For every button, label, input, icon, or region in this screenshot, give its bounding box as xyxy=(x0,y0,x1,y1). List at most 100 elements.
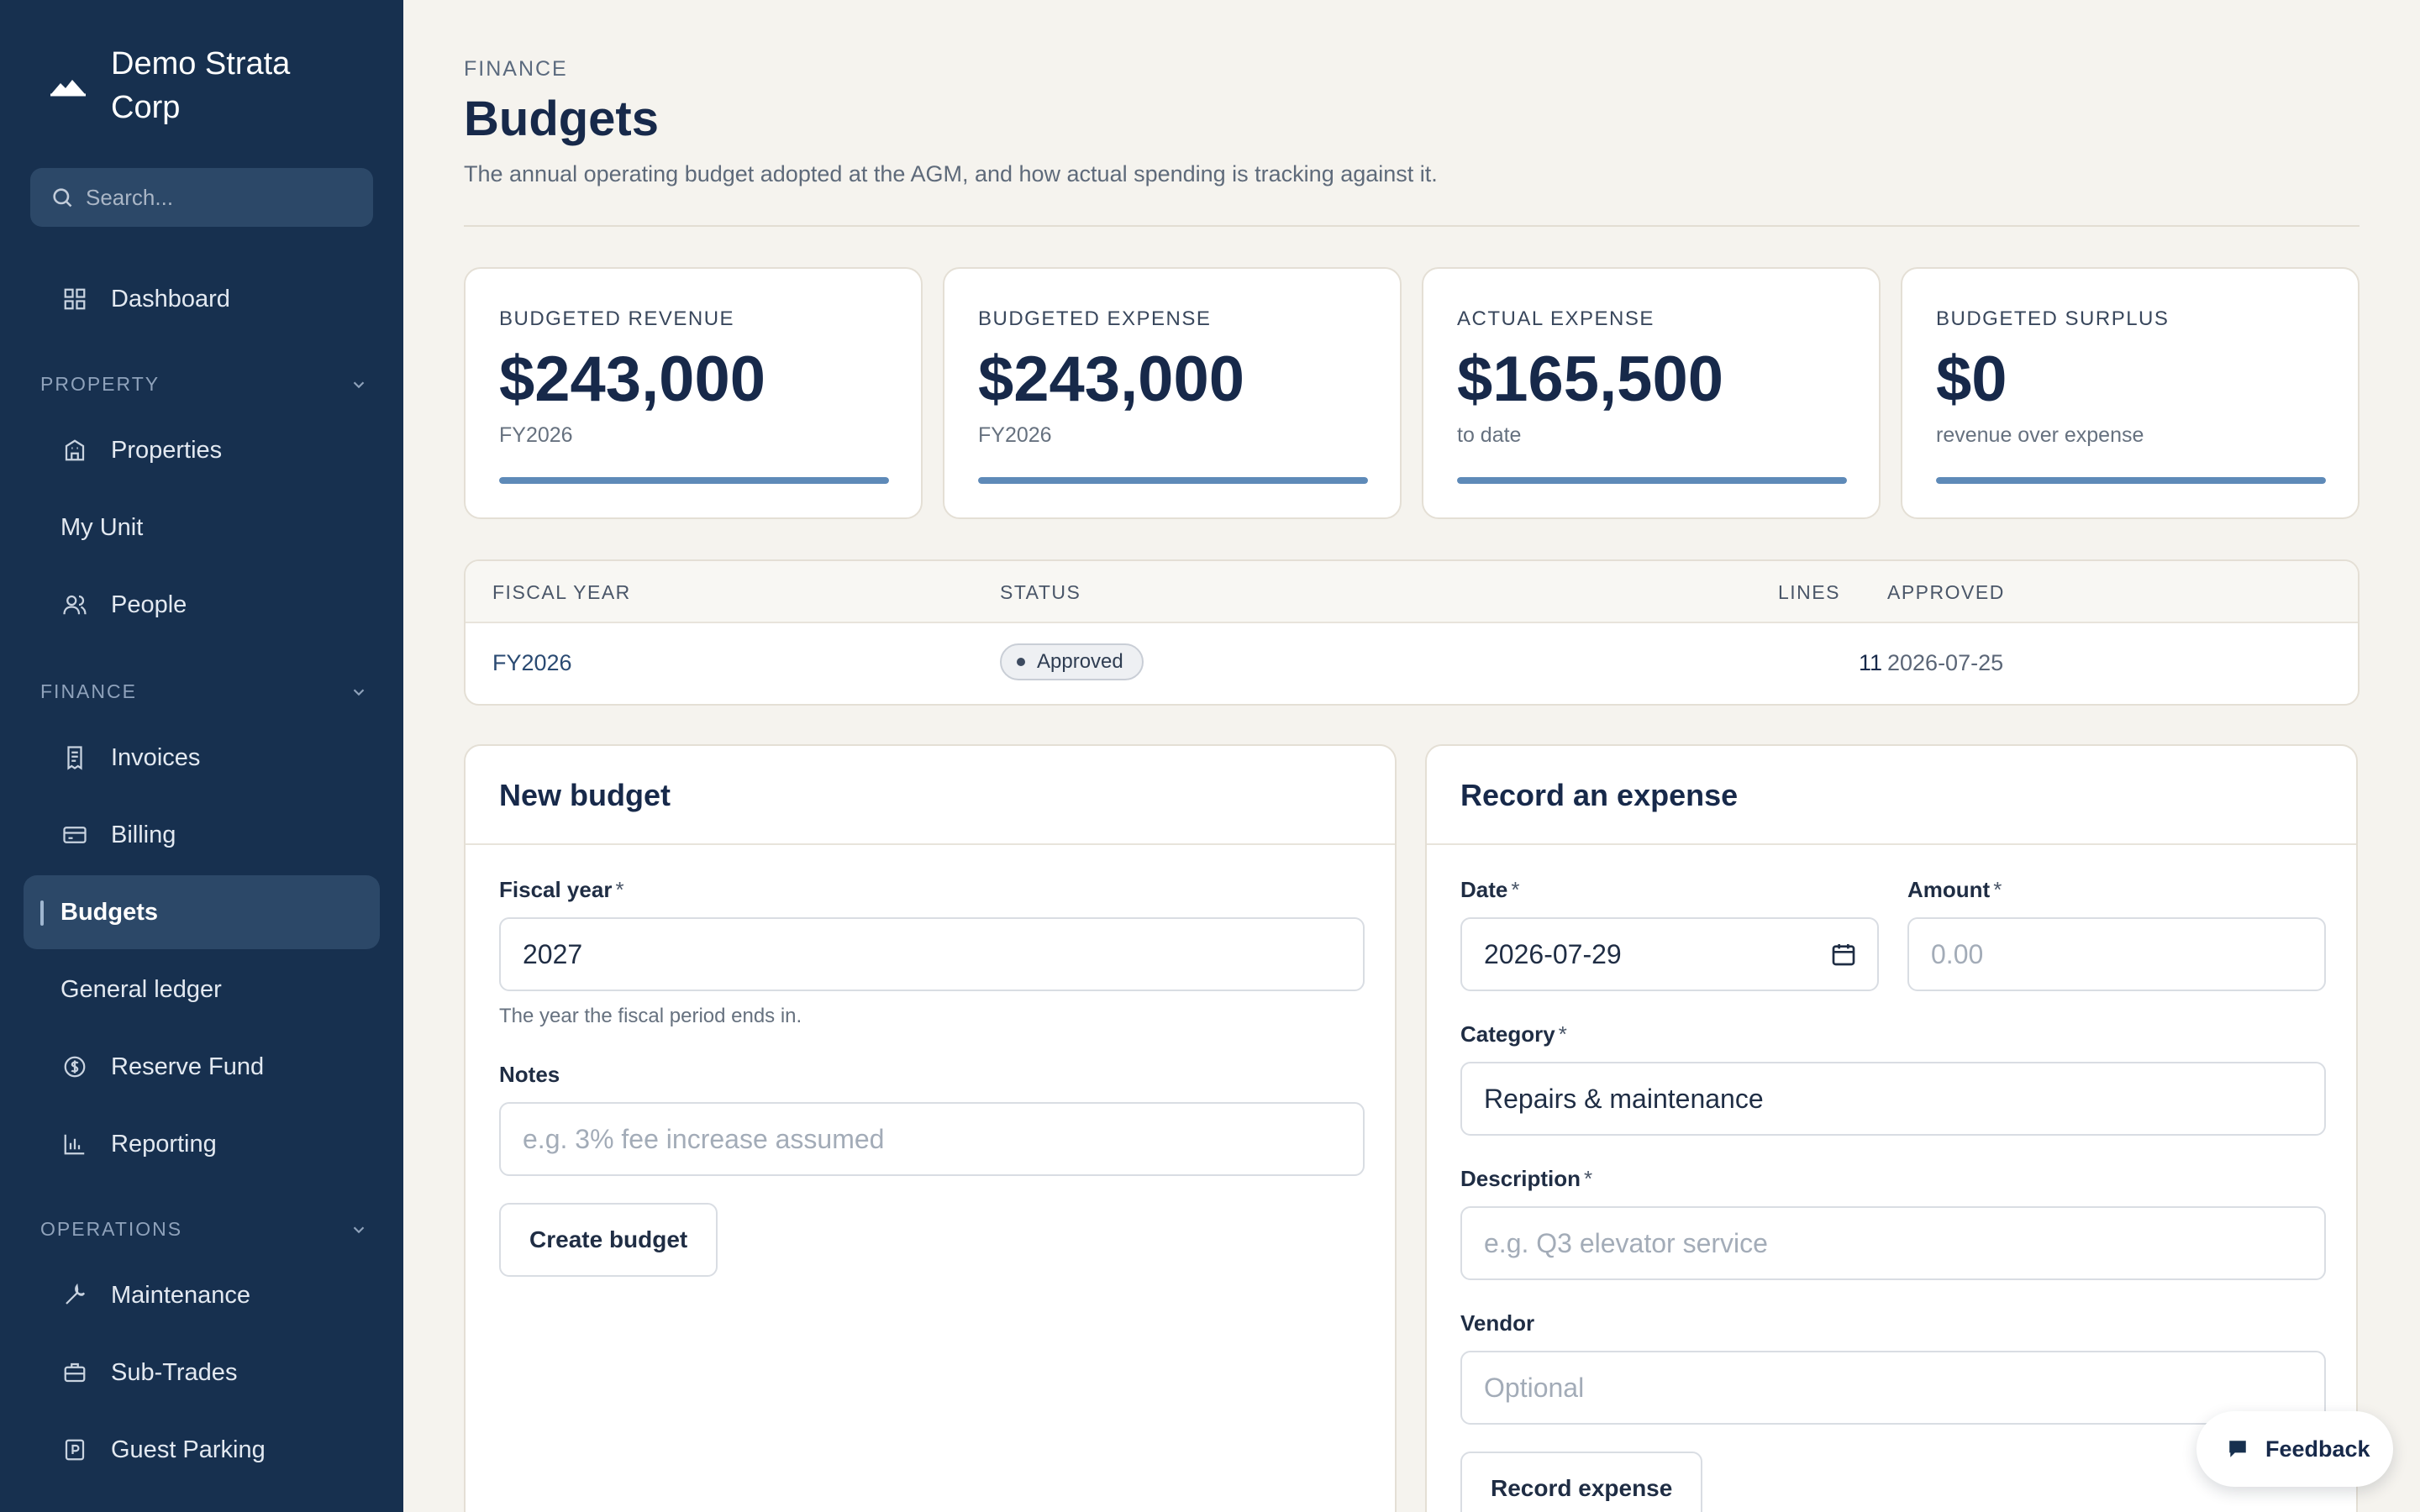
stat-label: BUDGETED SURPLUS xyxy=(1936,307,2170,330)
fiscal-year-input[interactable] xyxy=(499,917,1365,991)
divider xyxy=(464,225,2360,227)
table-header: FISCAL YEAR STATUS LINES APPROVED xyxy=(466,561,2358,623)
amount-input[interactable] xyxy=(1907,917,2326,991)
nav-label: Maintenance xyxy=(111,1281,251,1309)
nav-label: Guest Parking xyxy=(111,1436,266,1463)
record-expense-button[interactable]: Record expense xyxy=(1460,1452,1703,1512)
page-title: Budgets xyxy=(464,92,659,146)
progress-bar xyxy=(1457,477,1847,484)
search-input[interactable] xyxy=(86,184,355,211)
bar-chart-icon xyxy=(60,1130,89,1158)
card-icon xyxy=(60,821,89,849)
chat-icon xyxy=(2229,1441,2246,1457)
page-subtitle: The annual operating budget adopted at t… xyxy=(464,161,1438,186)
stat-value: $243,000 xyxy=(978,344,1244,415)
date-input[interactable] xyxy=(1460,917,1879,991)
stat-subtext: FY2026 xyxy=(978,423,1052,447)
budgets-table: FISCAL YEAR STATUS LINES APPROVED FY2026… xyxy=(464,559,2360,706)
nav-maintenance[interactable]: Maintenance xyxy=(24,1258,380,1332)
stat-card-actual-expense: ACTUAL EXPENSE $165,500 to date xyxy=(1422,267,1881,519)
nav-dashboard[interactable]: Dashboard xyxy=(24,262,380,336)
nav-reporting[interactable]: Reporting xyxy=(24,1107,380,1181)
feedback-label: Feedback xyxy=(2265,1436,2370,1462)
status-text: Approved xyxy=(1037,650,1123,673)
stat-value: $0 xyxy=(1936,344,2007,415)
section-label: PROPERTY xyxy=(40,373,160,395)
section-label: OPERATIONS xyxy=(40,1218,183,1240)
mountain-icon xyxy=(50,80,86,97)
progress-fill xyxy=(1457,477,1847,484)
approved-date: 2026-07-25 xyxy=(1887,650,2004,675)
coin-icon xyxy=(60,1053,89,1081)
nav-label: General ledger xyxy=(60,975,222,1003)
stat-subtext: FY2026 xyxy=(499,423,573,447)
nav-sub-trades[interactable]: Sub-Trades xyxy=(24,1336,380,1410)
stat-subtext: to date xyxy=(1457,423,1522,447)
feedback-button[interactable]: Feedback xyxy=(2196,1411,2393,1487)
section-operations[interactable]: OPERATIONS xyxy=(40,1218,368,1241)
fiscal-year-hint: The year the fiscal period ends in. xyxy=(499,1005,802,1027)
notes-input[interactable] xyxy=(499,1102,1365,1176)
search-box[interactable] xyxy=(30,168,373,227)
parking-icon xyxy=(60,1436,89,1464)
column-header-fiscal-year[interactable]: FISCAL YEAR xyxy=(492,581,631,604)
notes-label: Notes xyxy=(499,1062,560,1087)
nav-label: My Unit xyxy=(60,513,144,541)
create-budget-button[interactable]: Create budget xyxy=(499,1203,718,1277)
progress-bar xyxy=(978,477,1368,484)
nav-label: Reserve Fund xyxy=(111,1053,265,1080)
nav-label: Properties xyxy=(111,436,223,464)
wrench-icon xyxy=(60,1281,89,1310)
stat-subtext: revenue over expense xyxy=(1936,423,2144,447)
progress-fill xyxy=(499,477,889,484)
vendor-label: Vendor xyxy=(1460,1310,1535,1336)
column-header-lines[interactable]: LINES xyxy=(1778,581,1840,604)
nav-reserve-fund[interactable]: Reserve Fund xyxy=(24,1030,380,1104)
status-dot xyxy=(1017,658,1025,666)
progress-bar xyxy=(499,477,889,484)
column-header-status[interactable]: STATUS xyxy=(1000,581,1081,604)
progress-bar xyxy=(1936,477,2326,484)
stat-card-budgeted-expense: BUDGETED EXPENSE $243,000 FY2026 xyxy=(943,267,1402,519)
vendor-input[interactable] xyxy=(1460,1351,2326,1425)
nav-label: Dashboard xyxy=(111,285,230,312)
nav-general-ledger[interactable]: General ledger xyxy=(24,953,380,1026)
category-select[interactable] xyxy=(1460,1062,2326,1136)
nav-billing[interactable]: Billing xyxy=(24,798,380,872)
nav-budgets[interactable]: Budgets xyxy=(24,875,380,949)
chevron-down-icon xyxy=(353,1226,365,1233)
stat-card-budgeted-surplus: BUDGETED SURPLUS $0 revenue over expense xyxy=(1901,267,2360,519)
panel-header: New budget xyxy=(466,746,1395,845)
briefcase-icon xyxy=(60,1358,89,1387)
chevron-down-icon xyxy=(353,688,365,696)
nav-people[interactable]: People xyxy=(24,568,380,642)
nav-label: Reporting xyxy=(111,1130,217,1158)
brand[interactable]: Demo Strata Corp xyxy=(49,42,329,129)
sidebar: Demo Strata Corp Dashboard PROPERTY Prop… xyxy=(0,0,403,1512)
nav-properties[interactable]: Properties xyxy=(24,413,380,487)
fiscal-year-link[interactable]: FY2026 xyxy=(492,650,572,676)
stat-value: $165,500 xyxy=(1457,344,1723,415)
panel-title: New budget xyxy=(499,778,671,812)
nav-guest-parking[interactable]: Guest Parking xyxy=(24,1413,380,1487)
nav-label: Sub-Trades xyxy=(111,1358,238,1386)
panel-title: Record an expense xyxy=(1460,778,1739,812)
stat-label: BUDGETED EXPENSE xyxy=(978,307,1212,330)
date-field[interactable] xyxy=(1460,917,1879,991)
nav-label: Invoices xyxy=(111,743,201,771)
nav-invoices[interactable]: Invoices xyxy=(24,721,380,795)
section-label: FINANCE xyxy=(40,680,137,702)
stat-label: ACTUAL EXPENSE xyxy=(1457,307,1655,330)
progress-fill xyxy=(1936,477,2326,484)
stat-card-budgeted-revenue: BUDGETED REVENUE $243,000 FY2026 xyxy=(464,267,923,519)
nav-my-unit[interactable]: My Unit xyxy=(24,491,380,564)
calendar-icon[interactable] xyxy=(1830,941,1857,968)
section-property[interactable]: PROPERTY xyxy=(40,373,368,396)
section-finance[interactable]: FINANCE xyxy=(40,680,368,703)
chevron-down-icon xyxy=(353,381,365,388)
column-header-approved[interactable]: APPROVED xyxy=(1887,581,2005,604)
brand-name: Demo Strata Corp xyxy=(111,46,291,125)
description-input[interactable] xyxy=(1460,1206,2326,1280)
date-label: Date * xyxy=(1460,877,1520,902)
new-budget-panel: New budget Fiscal year* The year the fis… xyxy=(464,744,1397,1512)
